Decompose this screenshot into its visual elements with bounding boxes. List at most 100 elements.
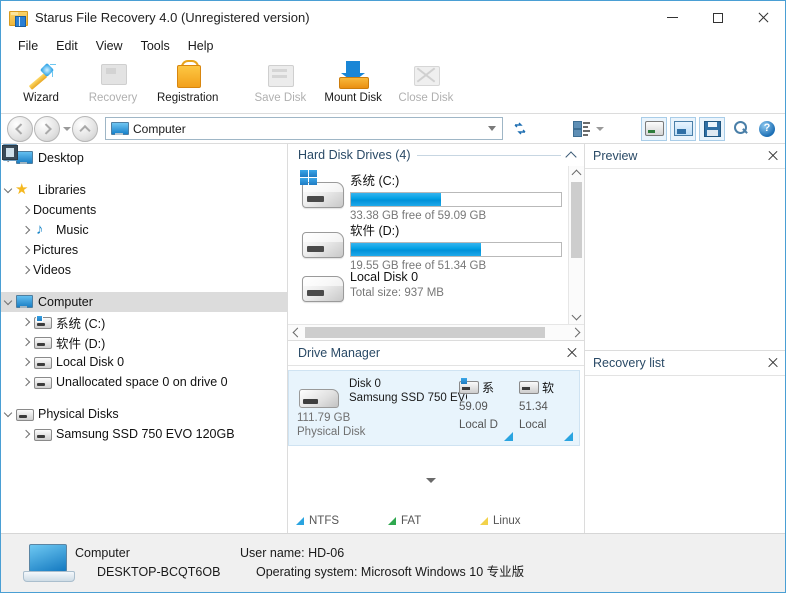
close-icon[interactable] — [765, 355, 781, 371]
partition-tile-d[interactable]: 软 51.34 Local — [519, 371, 579, 445]
tree-expander[interactable] — [1, 184, 15, 194]
view-mode-button[interactable] — [571, 118, 592, 140]
up-button[interactable] — [72, 115, 98, 142]
drive-list[interactable]: 系统 (C:) 33.38 GB free of 59.09 GB 软件 (D:… — [288, 166, 568, 324]
tree-item-label: Unallocated space 0 on drive 0 — [56, 375, 228, 389]
minimize-button[interactable] — [650, 1, 695, 34]
preview-pane: Preview — [585, 144, 785, 351]
tree-item-label: Samsung SSD 750 EVO 120GB — [56, 427, 235, 441]
tree-expander[interactable] — [19, 225, 33, 235]
tree-item-desktop[interactable]: Desktop — [1, 148, 287, 168]
path-combobox[interactable]: Computer — [105, 117, 503, 140]
window-controls — [650, 1, 785, 34]
tree-expander[interactable] — [1, 408, 15, 418]
menu-item-file[interactable]: File — [9, 36, 47, 56]
videos-icon — [2, 145, 18, 160]
search-button[interactable] — [728, 118, 752, 140]
tree-expander[interactable] — [19, 317, 33, 327]
recovery-list-toggle[interactable] — [699, 116, 725, 141]
tree-item-local-disk-0[interactable]: Local Disk 0 — [1, 352, 287, 372]
menu-item-edit[interactable]: Edit — [47, 36, 87, 56]
tree-expander[interactable] — [1, 296, 15, 306]
drive-item-c[interactable]: 系统 (C:) 33.38 GB free of 59.09 GB — [296, 168, 568, 222]
scroll-track[interactable] — [303, 325, 569, 340]
tree-expander[interactable] — [19, 205, 33, 215]
tree-item-label: Local Disk 0 — [56, 355, 125, 369]
tree-item-drive-d[interactable]: 软件 (D:) — [1, 332, 287, 352]
harddisk-icon — [296, 218, 348, 264]
tree-item-unallocated[interactable]: Unallocated space 0 on drive 0 — [1, 372, 287, 392]
tree-expander[interactable] — [19, 337, 33, 347]
computer-icon — [21, 542, 75, 584]
drive-view-toggle[interactable] — [641, 116, 667, 141]
tree-item-documents[interactable]: Documents — [1, 144, 287, 220]
search-icon — [733, 121, 748, 136]
partition-tile-c[interactable]: 系 59.09 Local D — [459, 371, 519, 445]
main-body: Desktop ★ Libraries Documents ♪ Music Pi… — [1, 144, 785, 533]
menu-item-help[interactable]: Help — [179, 36, 223, 56]
partition-size: 59.09 — [459, 401, 488, 413]
shopping-bag-icon — [171, 60, 205, 90]
scroll-down-button[interactable] — [569, 310, 584, 324]
tree-item-samsung-ssd[interactable]: Samsung SSD 750 EVO 120GB — [1, 424, 287, 444]
close-icon[interactable] — [765, 148, 781, 164]
help-button[interactable]: ? — [755, 118, 779, 140]
close-button[interactable] — [740, 1, 785, 34]
scroll-thumb[interactable] — [571, 182, 582, 258]
harddisk-windows-icon — [33, 314, 52, 330]
menu-item-tools[interactable]: Tools — [132, 36, 179, 56]
chevron-down-icon — [596, 126, 604, 131]
chevron-up-icon[interactable] — [565, 150, 577, 163]
history-dropdown-button[interactable] — [61, 117, 72, 141]
chevron-down-icon[interactable] — [488, 126, 496, 131]
close-disk-button[interactable]: Close Disk — [390, 57, 462, 114]
tree-item-computer[interactable]: Computer — [1, 292, 287, 312]
recovery-list-title: Recovery list — [593, 356, 665, 370]
drive-manager-pane: Drive Manager Disk 0 Samsung SSD 750 EVO… — [288, 340, 584, 533]
recovery-disk-icon — [96, 60, 130, 90]
computer-icon — [111, 122, 129, 135]
recovery-list-content — [585, 376, 785, 533]
drive-manager-body[interactable]: Disk 0 Samsung SSD 750 EVO 111.79 GB Phy… — [288, 366, 584, 509]
drive-item-d[interactable]: 软件 (D:) 19.55 GB free of 51.34 GB — [296, 218, 568, 272]
mount-disk-button[interactable]: Mount Disk — [316, 57, 390, 114]
back-button[interactable] — [7, 115, 33, 142]
hdd-vertical-scrollbar[interactable] — [568, 166, 584, 324]
forward-button[interactable] — [34, 115, 60, 142]
registration-button[interactable]: Registration — [149, 57, 226, 114]
folder-tree[interactable]: Desktop ★ Libraries Documents ♪ Music Pi… — [1, 144, 288, 533]
drive-item-local-disk-0[interactable]: Local Disk 0 Total size: 937 MB — [296, 268, 568, 318]
tree-item-drive-c[interactable]: 系统 (C:) — [1, 312, 287, 332]
view-mode-dropdown[interactable] — [592, 118, 608, 140]
legend-label: Linux — [493, 515, 521, 527]
tree-expander[interactable] — [19, 357, 33, 367]
harddisk-icon — [519, 380, 539, 394]
close-icon[interactable] — [564, 345, 580, 361]
save-disk-button[interactable]: Save Disk — [244, 57, 316, 114]
tree-expander[interactable] — [19, 377, 33, 387]
recovery-button[interactable]: Recovery — [77, 57, 149, 114]
fat-triangle-icon — [388, 517, 396, 525]
chevron-down-icon[interactable] — [426, 478, 436, 483]
tree-expander[interactable] — [19, 265, 33, 275]
tree-item-libraries[interactable]: ★ Libraries — [1, 180, 287, 200]
scroll-track[interactable] — [569, 180, 584, 310]
scroll-up-button[interactable] — [569, 166, 584, 180]
scroll-left-button[interactable] — [288, 325, 303, 340]
tree-item-pictures[interactable]: Pictures — [1, 146, 287, 260]
tree-item-physical-disks[interactable]: Physical Disks — [1, 404, 287, 424]
disk-card[interactable]: Disk 0 Samsung SSD 750 EVO 111.79 GB Phy… — [288, 370, 580, 446]
menu-item-view[interactable]: View — [87, 36, 132, 56]
tree-item-music[interactable]: ♪ Music — [1, 220, 287, 240]
maximize-button[interactable] — [695, 1, 740, 34]
tree-expander[interactable] — [19, 429, 33, 439]
harddisk-windows-icon — [459, 377, 479, 394]
preview-panel-toggle[interactable] — [670, 116, 696, 141]
tree-item-videos[interactable]: Videos — [1, 145, 287, 280]
refresh-button[interactable] — [509, 118, 531, 140]
scroll-right-button[interactable] — [569, 325, 584, 340]
tree-expander[interactable] — [19, 245, 33, 255]
wizard-button[interactable]: Wizard — [5, 57, 77, 114]
scroll-thumb[interactable] — [305, 327, 545, 338]
hdd-horizontal-scrollbar[interactable] — [288, 324, 584, 340]
